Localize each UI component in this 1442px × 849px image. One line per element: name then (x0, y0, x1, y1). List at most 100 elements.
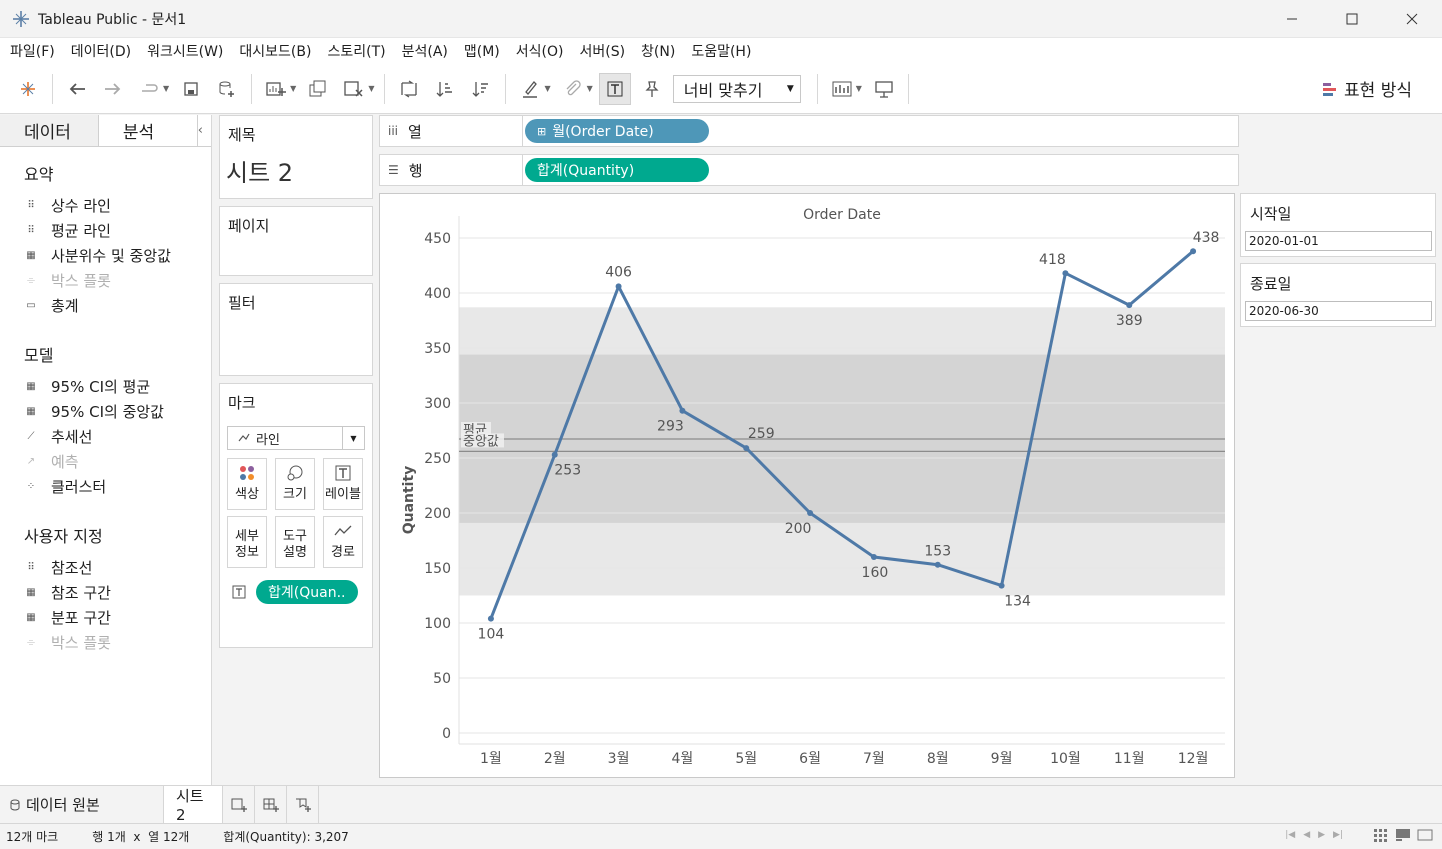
chevron-down-icon[interactable]: ▼ (587, 84, 593, 93)
analytics-item-ci-mean[interactable]: ▦ 95% CI의 평균 (0, 374, 211, 399)
pages-card[interactable]: 페이지 (219, 206, 373, 276)
analytics-item-distribution-band[interactable]: ▦ 분포 구간 (0, 605, 211, 630)
menu-file[interactable]: 파일(F) (2, 41, 63, 61)
chevron-down-icon[interactable]: ▼ (856, 84, 862, 93)
sheet-tab[interactable]: 시트 2 (164, 785, 223, 824)
tooltip-button[interactable]: 도구 설명 (275, 516, 315, 568)
swap-rows-columns-button[interactable] (393, 73, 425, 105)
group-members-button[interactable] (557, 73, 589, 105)
title-card-label: 제목 (228, 126, 256, 144)
mark-type-dropdown[interactable]: 라인 ▼ (227, 426, 365, 450)
title-card[interactable]: 제목 시트 2 (219, 115, 373, 199)
tabs-view-icon[interactable] (1395, 828, 1411, 842)
menu-help[interactable]: 도움말(H) (683, 41, 759, 61)
last-sheet-icon[interactable]: ▶| (1333, 830, 1343, 840)
menu-analysis[interactable]: 분석(A) (394, 41, 456, 61)
new-data-source-button[interactable] (211, 73, 243, 105)
filters-card[interactable]: 필터 (219, 283, 373, 376)
analytics-item-totals[interactable]: ▭ 총계 (0, 293, 211, 318)
highlight-button[interactable] (514, 73, 546, 105)
filmstrip-icon[interactable] (1417, 828, 1433, 842)
columns-pill[interactable]: ⊞ 월(Order Date) (525, 119, 709, 143)
data-source-tab[interactable]: 데이터 원본 (0, 785, 164, 824)
menu-map[interactable]: 맵(M) (456, 41, 508, 61)
analytics-item-ci-median[interactable]: ▦ 95% CI의 중앙값 (0, 399, 211, 424)
fix-axes-button[interactable] (635, 73, 667, 105)
menu-format[interactable]: 서식(O) (508, 41, 572, 61)
analytics-item-label: 참조 구간 (51, 584, 111, 602)
menu-worksheet[interactable]: 워크시트(W) (139, 41, 231, 61)
path-button[interactable]: 경로 (323, 516, 363, 568)
close-button[interactable] (1382, 0, 1442, 38)
line-chart[interactable]: 050100150200250300350400450평균중앙값Order Da… (380, 194, 1234, 777)
tab-data[interactable]: 데이터 (0, 115, 99, 146)
x-tick-label: 6월 (799, 751, 821, 767)
chevron-down-icon[interactable]: ▼ (163, 84, 169, 93)
analytics-item-average-line[interactable]: ⠿ 평균 라인 (0, 218, 211, 243)
new-story-tab-button[interactable] (287, 785, 319, 824)
minimize-button[interactable] (1262, 0, 1322, 38)
new-worksheet-tab-button[interactable] (223, 785, 255, 824)
first-sheet-icon[interactable]: |◀ (1285, 830, 1295, 840)
analytics-item-reference-line[interactable]: ⠿ 참조선 (0, 555, 211, 580)
data-label: 438 (1193, 230, 1220, 246)
chevron-down-icon[interactable]: ▼ (290, 84, 296, 93)
analytics-item-trend-line[interactable]: ⟋ 추세선 (0, 424, 211, 449)
collapse-pane-button[interactable]: ‹ (197, 115, 211, 146)
analytics-item-quartile[interactable]: ▦ 사분위수 및 중앙값 (0, 243, 211, 268)
end-date-input[interactable]: 2020-06-30 (1245, 301, 1432, 321)
tab-analytics[interactable]: 분석 (98, 115, 198, 146)
chevron-down-icon[interactable]: ▼ (544, 84, 550, 93)
maximize-button[interactable] (1322, 0, 1382, 38)
analytics-item-box-plot[interactable]: ⌯ 박스 플롯 (0, 268, 211, 293)
columns-icon: iii (388, 124, 399, 138)
columns-label: 열 (408, 122, 422, 141)
analytics-item-reference-band[interactable]: ▦ 참조 구간 (0, 580, 211, 605)
show-me-button[interactable]: 표현 방식 (1322, 76, 1412, 101)
duplicate-sheet-button[interactable] (302, 73, 334, 105)
label-button[interactable]: 레이블 (323, 458, 363, 510)
x-tick-label: 8월 (927, 751, 949, 767)
analytics-item-constant-line[interactable]: ⠿ 상수 라인 (0, 193, 211, 218)
chevron-down-icon[interactable]: ▼ (368, 84, 374, 93)
mark-type-label: 라인 (256, 432, 280, 448)
presentation-mode-button[interactable] (868, 73, 900, 105)
show-cards-button[interactable] (826, 73, 858, 105)
analytics-item-label: 95% CI의 중앙값 (51, 403, 164, 421)
menu-data[interactable]: 데이터(D) (63, 41, 139, 61)
analytics-item-forecast[interactable]: ↗ 예측 (0, 449, 211, 474)
next-sheet-icon[interactable]: ▶ (1318, 830, 1325, 840)
analytics-item-box-plot[interactable]: ⌯ 박스 플롯 (0, 630, 211, 655)
detail-button[interactable]: 세부 정보 (227, 516, 267, 568)
y-tick-label: 50 (433, 671, 451, 687)
size-button[interactable]: 크기 (275, 458, 315, 510)
sort-descending-button[interactable] (465, 73, 497, 105)
replay-button[interactable] (133, 73, 165, 105)
new-dashboard-tab-button[interactable] (255, 785, 287, 824)
prev-sheet-icon[interactable]: ◀ (1303, 830, 1310, 840)
section-custom-title: 사용자 지정 (24, 527, 103, 546)
rows-shelf: ☰ 행 합계(Quantity) (379, 154, 1239, 186)
sheet-sorter-icon[interactable] (1373, 828, 1389, 842)
menu-server[interactable]: 서버(S) (571, 41, 633, 61)
new-worksheet-button[interactable] (260, 73, 292, 105)
rows-pill[interactable]: 합계(Quantity) (525, 158, 709, 182)
color-button[interactable]: 색상 (227, 458, 267, 510)
save-button[interactable] (175, 73, 207, 105)
undo-button[interactable] (61, 73, 93, 105)
menu-dashboard[interactable]: 대시보드(B) (231, 41, 319, 61)
chart-view[interactable]: 0 50 100 150 200 250 300 350 400 450 평균 중앙값 Order Da… (379, 193, 1235, 778)
sort-descending-icon (473, 81, 489, 97)
menu-story[interactable]: 스토리(T) (319, 41, 393, 61)
fit-dropdown[interactable]: 너비 맞추기 ▼ (672, 74, 801, 103)
mark-label-pill[interactable]: 합계(Quan.. (256, 580, 358, 604)
analytics-item-label: 95% CI의 평균 (51, 378, 151, 396)
clear-sheet-button[interactable] (338, 73, 370, 105)
sort-ascending-button[interactable] (429, 73, 461, 105)
tableau-home-button[interactable] (12, 73, 44, 105)
analytics-item-cluster[interactable]: ⁘ 클러스터 (0, 474, 211, 499)
start-date-input[interactable]: 2020-01-01 (1245, 231, 1432, 251)
show-mark-labels-button[interactable] (598, 72, 631, 105)
redo-button[interactable] (97, 73, 129, 105)
menu-window[interactable]: 창(N) (633, 41, 683, 61)
